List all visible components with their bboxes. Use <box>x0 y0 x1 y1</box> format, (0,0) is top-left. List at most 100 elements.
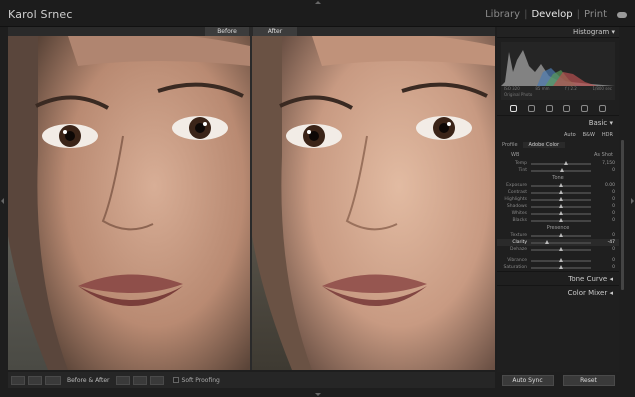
slider-knob-icon[interactable] <box>563 160 568 165</box>
slider-exposure[interactable]: Exposure 0.00 <box>497 182 619 189</box>
slider-value[interactable]: 0 <box>591 233 615 238</box>
slider-value[interactable]: 0 <box>591 197 615 202</box>
view-mode-label: Before & After <box>67 376 110 384</box>
wb-row: WB As Shot <box>497 150 619 160</box>
red-eye-icon[interactable] <box>563 105 571 112</box>
xy-view-button[interactable] <box>28 375 42 385</box>
slider-value[interactable]: 0 <box>591 190 615 195</box>
slider-track[interactable] <box>531 189 591 194</box>
color-mixer-panel-header[interactable]: Color Mixer ◂ <box>497 285 619 299</box>
swap-before-after-button[interactable] <box>115 375 130 385</box>
identity-plate: Karol Srnec <box>8 8 73 21</box>
panel-scrollbar[interactable] <box>621 140 624 290</box>
module-separator: | <box>576 9 580 20</box>
slider-knob-icon[interactable] <box>545 239 550 244</box>
slider-shadows[interactable]: Shadows 0 <box>497 203 619 210</box>
slider-value[interactable]: 0 <box>591 204 615 209</box>
panel-bottom-buttons: Auto Sync Reset <box>497 372 619 388</box>
slider-track[interactable] <box>531 264 591 269</box>
after-photo[interactable] <box>252 36 495 370</box>
loupe-view-button[interactable] <box>11 375 25 385</box>
viewer-toolbar: Before & After Soft Proofing <box>8 372 495 388</box>
before-after-view-button[interactable] <box>45 375 61 385</box>
slider-texture[interactable]: Texture 0 <box>497 232 619 239</box>
module-print[interactable]: Print <box>584 9 607 20</box>
slider-knob-icon[interactable] <box>559 257 563 262</box>
slider-vibrance[interactable]: Vibrance 0 <box>497 257 619 264</box>
slider-blacks[interactable]: Blacks 0 <box>497 217 619 224</box>
slider-track[interactable] <box>531 203 591 208</box>
slider-value[interactable]: 0 <box>591 218 615 223</box>
before-photo[interactable] <box>8 36 250 370</box>
slider-knob-icon[interactable] <box>559 196 563 201</box>
slider-track[interactable] <box>531 232 591 237</box>
slider-temp[interactable]: Temp 7,150 <box>497 160 619 167</box>
profile-select[interactable]: Adobe Color <box>522 142 566 148</box>
copy-before-to-after-button[interactable] <box>132 375 147 385</box>
slider-label: Saturation <box>503 265 527 270</box>
slider-value[interactable]: 0 <box>591 265 615 270</box>
collapse-left-arrow-icon[interactable] <box>1 198 4 204</box>
collapse-top-arrow-icon[interactable] <box>315 1 321 4</box>
bw-button[interactable]: B&W <box>583 132 595 138</box>
slider-dehaze[interactable]: Dehaze 0 <box>497 246 619 253</box>
slider-track[interactable] <box>531 239 591 244</box>
reset-button[interactable]: Reset <box>562 374 615 386</box>
slider-contrast[interactable]: Contrast 0 <box>497 189 619 196</box>
slider-value[interactable]: 0 <box>591 211 615 216</box>
slider-value[interactable]: 0 <box>591 168 615 173</box>
auto-sync-button[interactable]: Auto Sync <box>501 374 554 386</box>
wb-select[interactable]: As Shot <box>594 152 613 158</box>
slider-track[interactable] <box>531 257 591 262</box>
slider-knob-icon[interactable] <box>559 203 563 208</box>
module-develop[interactable]: Develop <box>531 9 572 20</box>
healing-icon[interactable] <box>545 105 553 112</box>
slider-knob-icon[interactable] <box>560 167 565 172</box>
slider-track[interactable] <box>531 167 591 172</box>
slider-knob-icon[interactable] <box>559 264 563 269</box>
slider-knob-icon[interactable] <box>559 210 563 215</box>
slider-value[interactable]: 0 <box>591 247 615 252</box>
hdr-button[interactable]: HDR <box>602 132 613 138</box>
collapse-bottom-arrow-icon[interactable] <box>315 393 321 396</box>
slider-tint[interactable]: Tint 0 <box>497 167 619 174</box>
aperture-value: f / 2.2 <box>565 86 577 91</box>
slider-highlights[interactable]: Highlights 0 <box>497 196 619 203</box>
tone-curve-panel-header[interactable]: Tone Curve ◂ <box>497 271 619 285</box>
slider-label: Blacks <box>512 218 527 223</box>
slider-value[interactable]: 7,150 <box>591 161 615 166</box>
edit-sliders-icon[interactable] <box>510 105 518 112</box>
slider-track[interactable] <box>531 210 591 215</box>
slider-knob-icon[interactable] <box>559 246 563 251</box>
masking-icon[interactable] <box>580 105 588 112</box>
slider-knob-icon[interactable] <box>559 232 563 237</box>
slider-track[interactable] <box>531 182 591 187</box>
soft-proofing-checkbox[interactable] <box>172 377 179 383</box>
slider-knob-icon[interactable] <box>559 189 563 194</box>
slider-value[interactable]: -47 <box>591 240 615 245</box>
collapse-right-arrow-icon[interactable] <box>631 198 634 204</box>
slider-label: Dehaze <box>510 247 527 252</box>
copy-after-to-before-button[interactable] <box>149 375 164 385</box>
basic-panel-header[interactable]: Basic ▾ <box>497 116 619 130</box>
before-label: Before <box>205 27 249 36</box>
gradient-icon[interactable] <box>598 105 606 112</box>
slider-track[interactable] <box>531 217 591 222</box>
histogram-header[interactable]: Histogram ▾ <box>497 27 619 38</box>
module-library[interactable]: Library <box>485 9 520 20</box>
slider-track[interactable] <box>531 160 591 165</box>
slider-clarity[interactable]: Clarity -47 <box>497 239 619 246</box>
slider-label: Whites <box>511 211 527 216</box>
slider-label: Exposure <box>506 183 527 188</box>
slider-value[interactable]: 0 <box>591 258 615 263</box>
slider-track[interactable] <box>531 246 591 251</box>
slider-track[interactable] <box>531 196 591 201</box>
crop-icon[interactable] <box>527 105 535 112</box>
slider-saturation[interactable]: Saturation 0 <box>497 264 619 271</box>
slider-whites[interactable]: Whites 0 <box>497 210 619 217</box>
slider-knob-icon[interactable] <box>559 217 563 222</box>
cloud-icon[interactable] <box>617 11 627 18</box>
slider-value[interactable]: 0.00 <box>591 183 615 188</box>
slider-knob-icon[interactable] <box>559 182 563 187</box>
auto-button[interactable]: Auto <box>564 132 576 138</box>
